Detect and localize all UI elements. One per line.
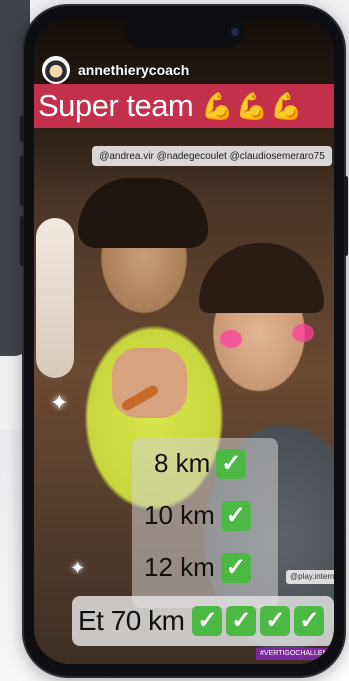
flexed-biceps-icon: 💪 (270, 91, 303, 121)
phone-notch (124, 18, 244, 48)
distance-label: 12 km (144, 552, 215, 582)
front-camera-icon (231, 28, 239, 36)
mentions-text[interactable]: @andrea.vir @nadegecoulet @claudiosemera… (99, 151, 325, 162)
check-mark-icon: ✓ (192, 606, 223, 636)
sparkle-icon: ✦ (70, 558, 86, 578)
flexed-biceps-icon: 💪 (201, 91, 234, 121)
distance-row: 10 km ✓ (144, 500, 251, 531)
check-mark-icon: ✓ (220, 552, 251, 583)
story-title: Super team (38, 88, 194, 123)
distance-row: 12 km ✓ (144, 552, 251, 583)
mute-switch (20, 116, 24, 142)
account-tag[interactable]: @play.internat (286, 570, 334, 584)
check-mark-icon: ✓ (216, 448, 247, 479)
title-emoji-group: 💪 💪 💪 (201, 93, 302, 119)
check-mark-icon: ✓ (220, 500, 251, 531)
volume-down-button (20, 216, 24, 266)
avatar[interactable] (42, 56, 70, 84)
power-button (344, 176, 348, 256)
sparkle-icon: ✦ (50, 390, 69, 415)
distance-row: 8 km ✓ (154, 448, 247, 479)
check-mark-group: ✓ ✓ ✓ ✓ (192, 606, 325, 636)
distance-list: 8 km ✓ 10 km ✓ 12 km ✓ (132, 438, 278, 608)
total-distance-label: Et 70 km (78, 605, 185, 636)
check-mark-icon: ✓ (294, 606, 325, 636)
story-header[interactable]: annethierycoach (42, 56, 189, 84)
flexed-biceps-icon: 💪 (235, 91, 269, 121)
title-banner: Super team 💪 💪 💪 (34, 84, 334, 128)
check-mark-icon: ✓ (260, 606, 291, 636)
hashtag-sticker[interactable]: #VERTIGOCHALLENGE (256, 648, 334, 660)
volume-up-button (20, 156, 24, 206)
check-mark-icon: ✓ (226, 606, 257, 636)
username[interactable]: annethierycoach (78, 62, 189, 78)
total-distance-row: Et 70 km ✓ ✓ ✓ ✓ (72, 596, 334, 646)
distance-label: 8 km (154, 448, 211, 478)
mentions-sticker[interactable]: @andrea.vir @nadegecoulet @claudiosemera… (92, 146, 332, 166)
story-photo-hand (36, 218, 74, 378)
story-screen[interactable]: annethierycoach Super team 💪 💪 💪 @andrea… (34, 18, 334, 664)
blush-sticker-left (220, 330, 242, 348)
blush-sticker-right (292, 324, 314, 342)
distance-label: 10 km (144, 500, 215, 530)
